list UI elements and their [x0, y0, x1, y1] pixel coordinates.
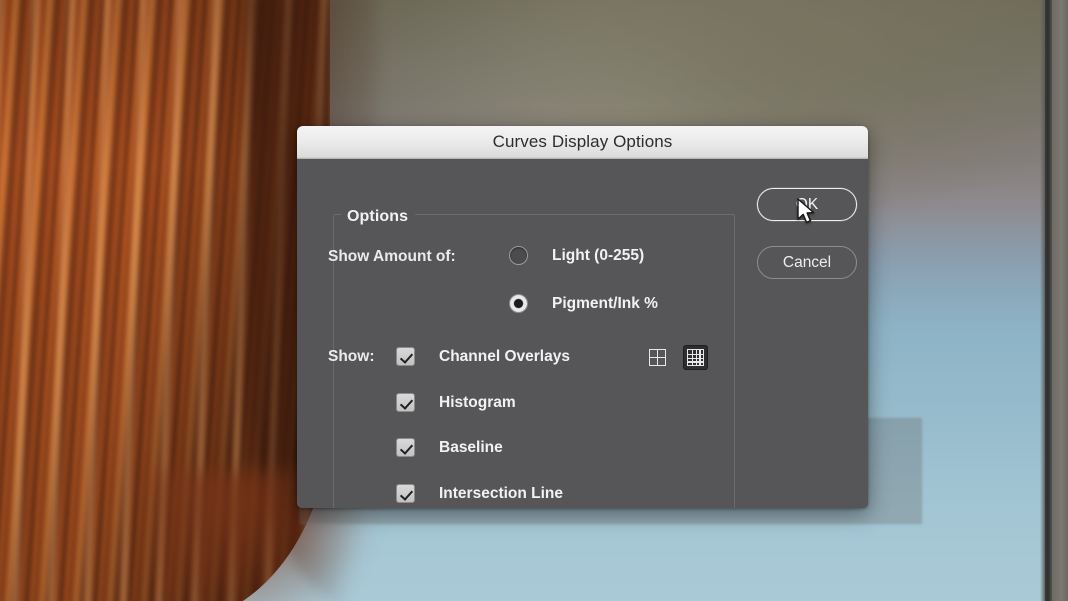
checkbox-row-intersection-line[interactable]: Intersection Line [396, 484, 563, 503]
grid-quarter-tone-icon [649, 349, 666, 366]
checkbox-baseline[interactable] [396, 438, 415, 457]
curves-display-options-dialog: Curves Display Options Options Show Amou… [297, 126, 868, 508]
checkbox-row-histogram[interactable]: Histogram [396, 393, 516, 412]
radio-row-light[interactable]: Light (0-255) [509, 246, 644, 265]
grid-quarter-tone-button[interactable] [645, 345, 670, 370]
checkbox-intersection-line[interactable] [396, 484, 415, 503]
show-label: Show: [328, 348, 375, 365]
checkbox-intersection-line-label[interactable]: Intersection Line [439, 485, 563, 503]
screen: Curves Display Options Options Show Amou… [0, 0, 1068, 601]
window-edge-light [1052, 0, 1068, 601]
radio-light-label[interactable]: Light (0-255) [552, 247, 644, 265]
dialog-titlebar[interactable]: Curves Display Options [297, 126, 868, 159]
checkbox-channel-overlays-label[interactable]: Channel Overlays [439, 348, 570, 366]
checkbox-histogram-label[interactable]: Histogram [439, 394, 516, 412]
cancel-button[interactable]: Cancel [757, 246, 857, 279]
show-amount-of-label: Show Amount of: [328, 248, 456, 265]
show-amount-label-row: Show Amount of: [328, 248, 456, 266]
checkbox-baseline-label[interactable]: Baseline [439, 439, 503, 457]
dialog-title: Curves Display Options [492, 132, 673, 151]
checkbox-channel-overlays[interactable] [396, 347, 415, 366]
show-label-row: Show: [328, 348, 375, 366]
options-group-legend: Options [341, 208, 416, 226]
radio-row-pigment-ink[interactable]: Pigment/Ink % [509, 294, 658, 313]
radio-pigment-ink-label[interactable]: Pigment/Ink % [552, 295, 658, 313]
checkbox-histogram[interactable] [396, 393, 415, 412]
radio-pigment-ink[interactable] [509, 294, 528, 313]
checkbox-row-baseline[interactable]: Baseline [396, 438, 503, 457]
grid-10-percent-icon [687, 349, 704, 366]
grid-10-percent-button[interactable] [683, 345, 708, 370]
grid-size-toggle-group[interactable] [645, 345, 708, 370]
checkbox-row-channel-overlays[interactable]: Channel Overlays [396, 347, 570, 366]
radio-light[interactable] [509, 246, 528, 265]
window-edge-dark [1045, 0, 1052, 601]
ok-button[interactable]: OK [757, 188, 857, 221]
